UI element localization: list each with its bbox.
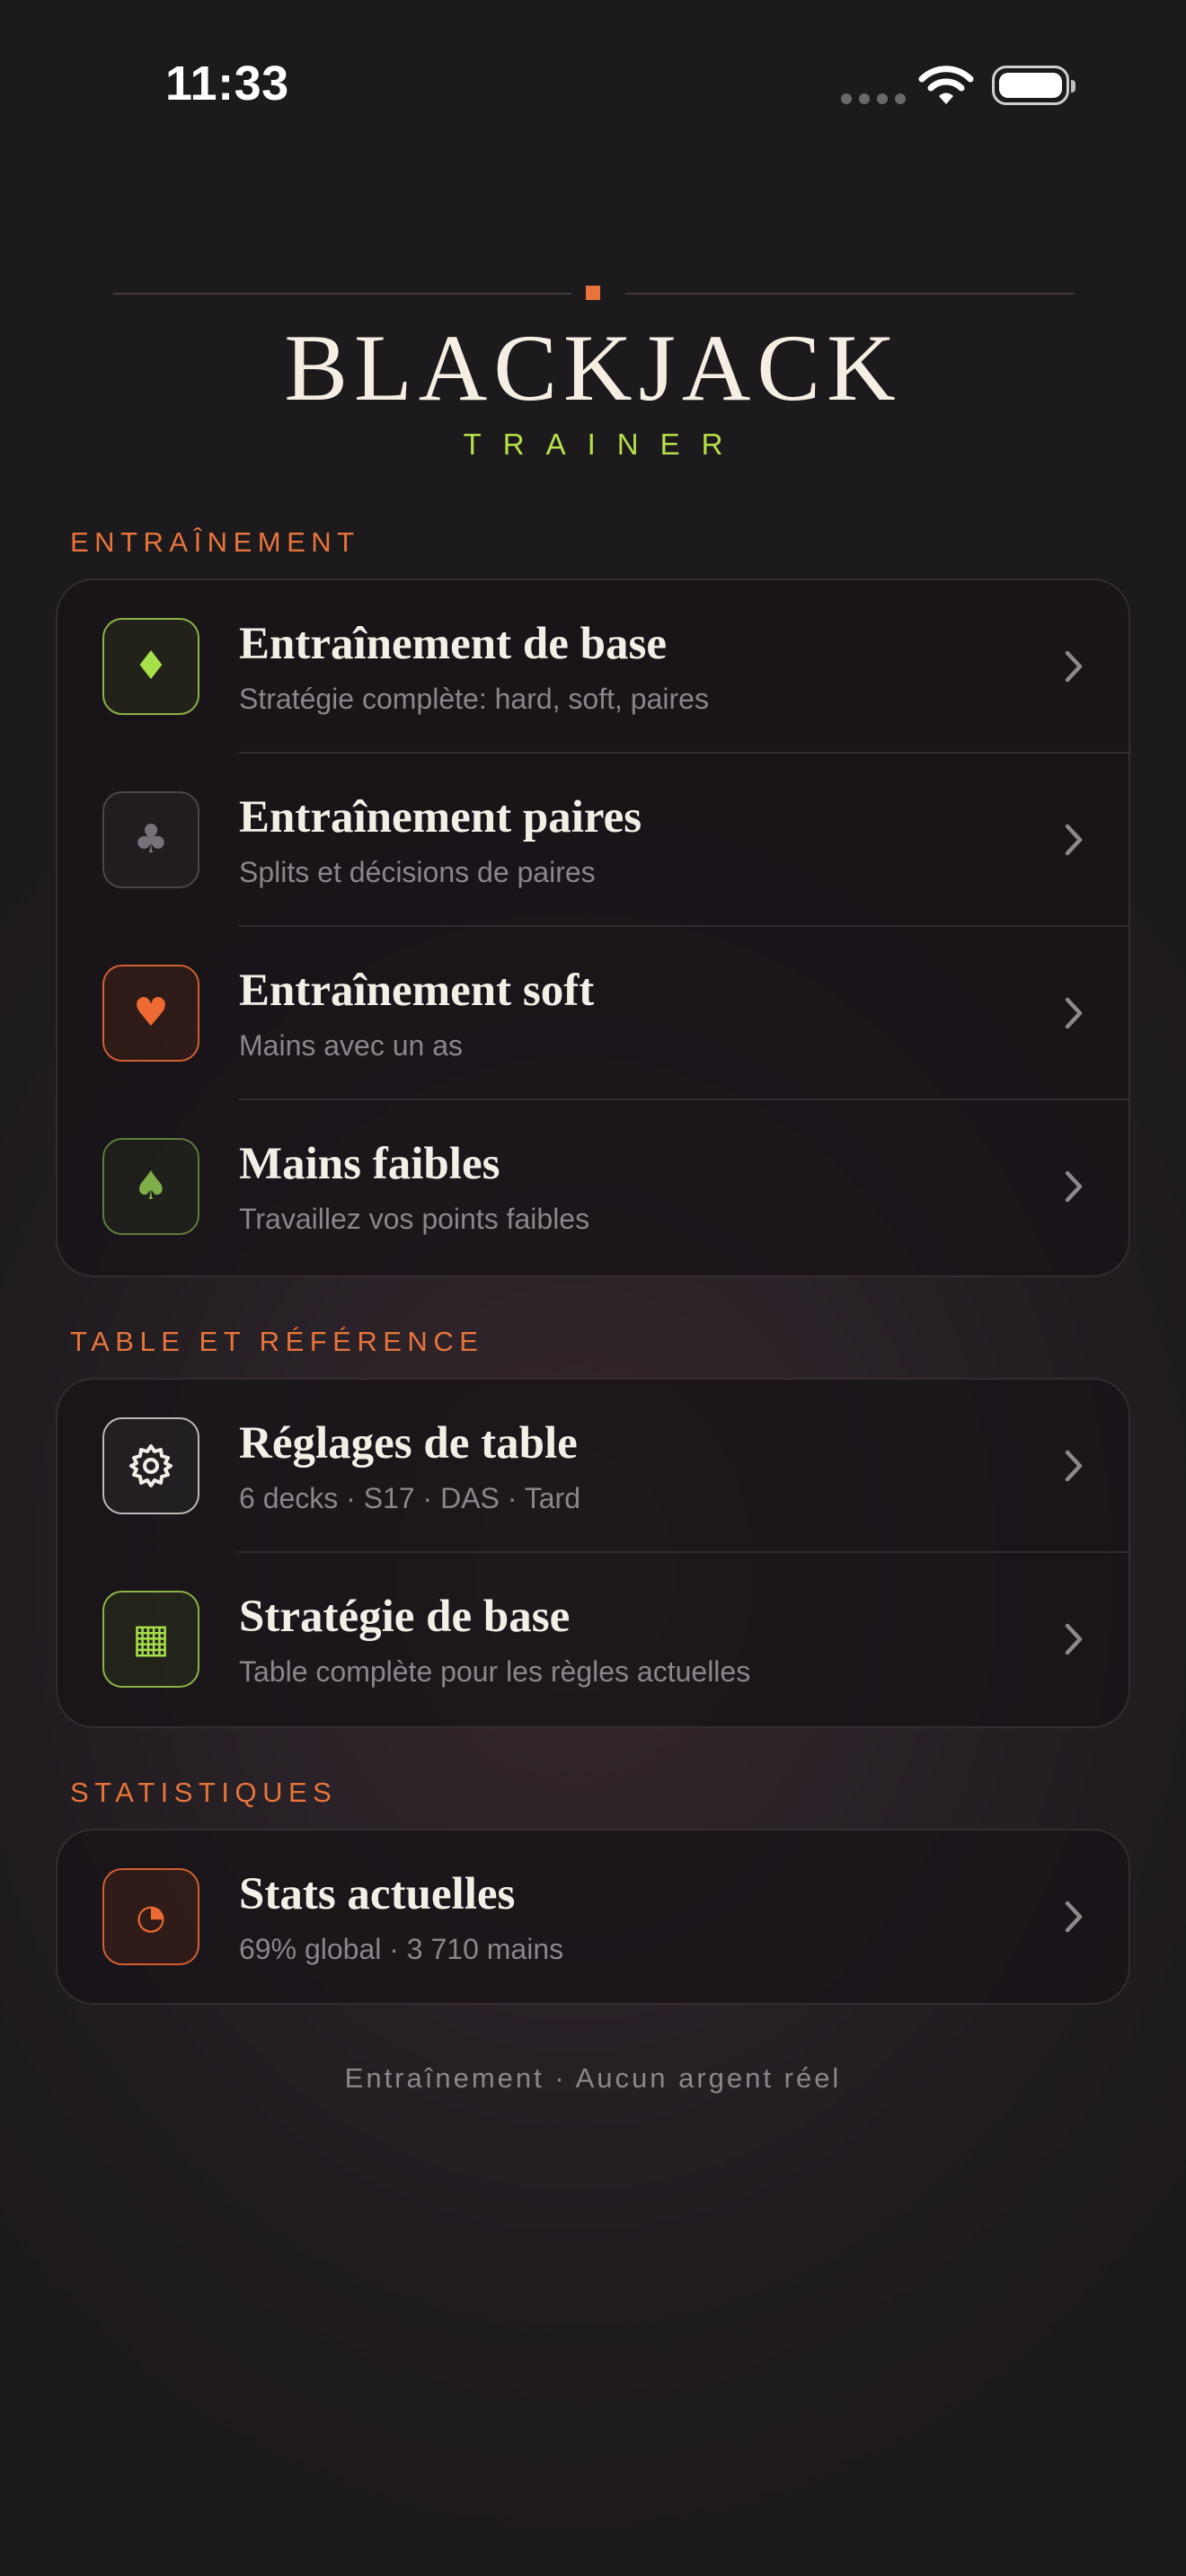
chevron-right-icon [1065,1901,1083,1933]
menu-item-subtitle: Stratégie complète: hard, soft, paires [239,683,709,715]
statistics-card: ◔ Stats actuelles 69% global · 3 710 mai… [56,1829,1130,2005]
chevron-right-icon [1065,1623,1083,1655]
pie-chart-icon: ◔ [102,1868,199,1965]
chevron-right-icon [1065,1450,1083,1482]
menu-item-weak-hands[interactable]: ♠ Mains faibles Travaillez vos points fa… [58,1100,1128,1274]
menu-item-subtitle: Mains avec un as [239,1029,464,1062]
heart-icon: ♥ [102,965,199,1062]
wifi-icon [918,66,974,104]
header-divider-left [113,293,571,295]
chevron-right-icon [1065,824,1083,856]
menu-item-subtitle: Travaillez vos points faibles [239,1203,590,1235]
chevron-right-icon [1065,650,1083,683]
header-divider-right [625,293,1075,295]
table-reference-card: Réglages de table 6 decks · S17 · DAS · … [56,1378,1130,1728]
footer-disclaimer: Entraînement · Aucun argent réel [344,2062,842,2094]
training-card: ♦ Entraînement de base Stratégie complèt… [56,578,1130,1277]
menu-item-pairs-training[interactable]: ♣ Entraînement paires Splits et décision… [58,754,1128,927]
battery-icon [992,66,1075,105]
menu-item-title: Entraînement paires [239,792,642,842]
menu-item-subtitle: 69% global · 3 710 mains [239,1933,564,1965]
club-icon: ♣ [102,791,199,888]
section-label-training: ENTRAÎNEMENT [70,526,360,558]
menu-item-title: Entraînement de base [239,619,667,669]
chevron-right-icon [1065,1170,1083,1203]
menu-item-title: Entraînement soft [239,966,595,1016]
menu-item-table-settings[interactable]: Réglages de table 6 decks · S17 · DAS · … [58,1380,1128,1553]
menu-item-subtitle: 6 decks · S17 · DAS · Tard [239,1482,580,1514]
chevron-right-icon [1065,997,1083,1029]
app-subtitle: TRAINER [463,428,745,461]
gear-icon [102,1417,199,1514]
menu-item-title: Réglages de table [239,1418,578,1469]
section-label-statistics: STATISTIQUES [70,1777,338,1808]
spade-icon: ♠ [102,1138,199,1235]
menu-item-basic-training[interactable]: ♦ Entraînement de base Stratégie complèt… [58,580,1128,754]
menu-item-title: Stratégie de base [239,1592,571,1642]
menu-item-basic-strategy[interactable]: ▦ Stratégie de base Table complète pour … [58,1553,1128,1726]
menu-item-subtitle: Table complète pour les règles actuelles [239,1655,751,1688]
diamond-icon: ♦ [102,618,199,715]
menu-item-title: Stats actuelles [239,1869,516,1919]
menu-item-current-stats[interactable]: ◔ Stats actuelles 69% global · 3 710 mai… [58,1831,1128,2003]
section-label-table-reference: TABLE ET RÉFÉRENCE [70,1326,484,1357]
grid-icon: ▦ [102,1591,199,1688]
app-title: BLACKJACK [284,315,902,420]
menu-item-title: Mains faibles [239,1139,500,1189]
menu-item-soft-training[interactable]: ♥ Entraînement soft Mains avec un as [58,927,1128,1100]
header-ornament [586,286,600,300]
menu-item-subtitle: Splits et décisions de paires [239,856,596,888]
cellular-signal-icon [841,93,906,104]
status-time: 11:33 [165,57,289,110]
